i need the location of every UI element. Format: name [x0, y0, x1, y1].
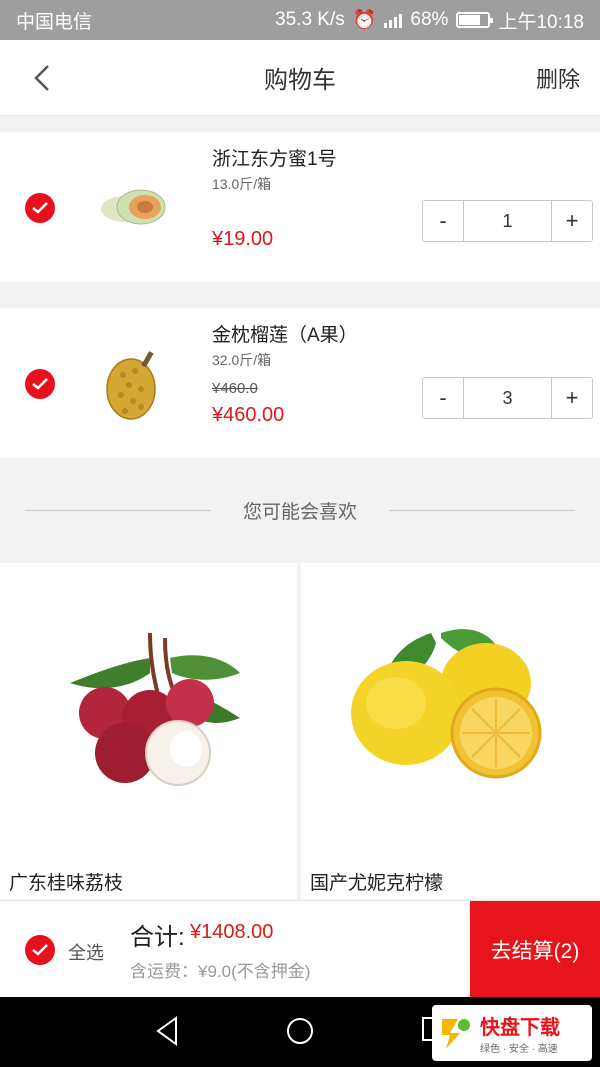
signal-icon — [384, 12, 403, 28]
watermark-logo-icon — [442, 1019, 470, 1049]
page-title: 购物车 — [264, 67, 336, 94]
status-right: 35.3 K/s ⏰ 68% 上午10:18 — [275, 7, 584, 34]
quantity-value[interactable]: 3 — [463, 378, 552, 418]
recommend-card[interactable]: 广东桂味荔枝 — [0, 563, 297, 899]
cart-item: 浙江东方蜜1号 13.0斤/箱 ¥19.00 - 1 + — [0, 132, 600, 282]
quantity-stepper: - 3 + — [422, 377, 593, 419]
decrease-button[interactable]: - — [423, 201, 463, 241]
recommend-name[interactable]: 广东桂味荔枝 — [9, 868, 123, 895]
checkout-button[interactable]: 去结算(2) — [470, 901, 600, 998]
checkout-bar: 全选 合计: ¥1408.00 含运费：¥9.0(不含押金) 去结算(2) — [0, 900, 600, 998]
nav-home-icon[interactable] — [284, 1015, 316, 1047]
quantity-value[interactable]: 1 — [463, 201, 552, 241]
alarm-icon: ⏰ — [352, 10, 377, 31]
product-price: ¥460.00 — [212, 404, 285, 426]
melon-icon — [101, 189, 166, 225]
total-label: 合计: — [130, 924, 185, 951]
delete-button[interactable]: 删除 — [536, 62, 580, 94]
cart-item: 金枕榴莲（A果） 32.0斤/箱 ¥460.0 ¥460.00 - 3 + — [0, 308, 600, 458]
product-spec: 32.0斤/箱 — [212, 352, 272, 368]
product-name[interactable]: 浙江东方蜜1号 — [212, 144, 337, 171]
battery-percent: 68% — [410, 9, 449, 30]
select-all-check-icon[interactable] — [25, 935, 55, 965]
lychee-icon — [0, 563, 297, 858]
clock: 上午10:18 — [498, 11, 584, 33]
system-nav-bar: 快盘下载 绿色 · 安全 · 高速 — [0, 997, 600, 1067]
recommend-card[interactable]: 国产尤妮克柠檬 — [301, 563, 600, 899]
navbar: 购物车 删除 — [0, 40, 600, 116]
increase-button[interactable]: + — [552, 378, 592, 418]
status-bar: 中国电信 35.3 K/s ⏰ 68% 上午10:18 — [0, 0, 600, 40]
network-speed: 35.3 K/s — [275, 9, 345, 30]
battery-icon — [456, 12, 494, 28]
recommend-name[interactable]: 国产尤妮克柠檬 — [310, 868, 443, 895]
product-name[interactable]: 金枕榴莲（A果） — [212, 320, 358, 347]
recommend-heading: 您可能会喜欢 — [25, 490, 576, 530]
product-price: ¥19.00 — [212, 228, 274, 250]
divider-line — [25, 509, 211, 511]
back-arrow-icon[interactable] — [28, 60, 60, 96]
quantity-stepper: - 1 + — [422, 200, 593, 242]
lemon-icon — [301, 563, 600, 858]
original-price: ¥460.0 — [212, 380, 258, 397]
recommend-title: 您可能会喜欢 — [243, 501, 358, 523]
watermark-brand: 快盘下载 — [480, 1017, 560, 1039]
item-check-icon[interactable] — [25, 193, 55, 223]
item-check-icon[interactable] — [25, 369, 55, 399]
divider-line — [389, 509, 576, 511]
watermark: 快盘下载 绿色 · 安全 · 高速 — [432, 1005, 592, 1061]
watermark-slogan: 绿色 · 安全 · 高速 — [480, 1044, 558, 1055]
select-all-label[interactable]: 全选 — [68, 939, 104, 965]
nav-back-icon[interactable] — [152, 1015, 182, 1047]
product-spec: 13.0斤/箱 — [212, 176, 272, 192]
increase-button[interactable]: + — [552, 201, 592, 241]
shipping-note: 含运费：¥9.0(不含押金) — [130, 962, 311, 981]
decrease-button[interactable]: - — [423, 378, 463, 418]
carrier-label: 中国电信 — [16, 11, 93, 33]
durian-icon — [106, 351, 156, 420]
total-value: ¥1408.00 — [190, 921, 274, 943]
